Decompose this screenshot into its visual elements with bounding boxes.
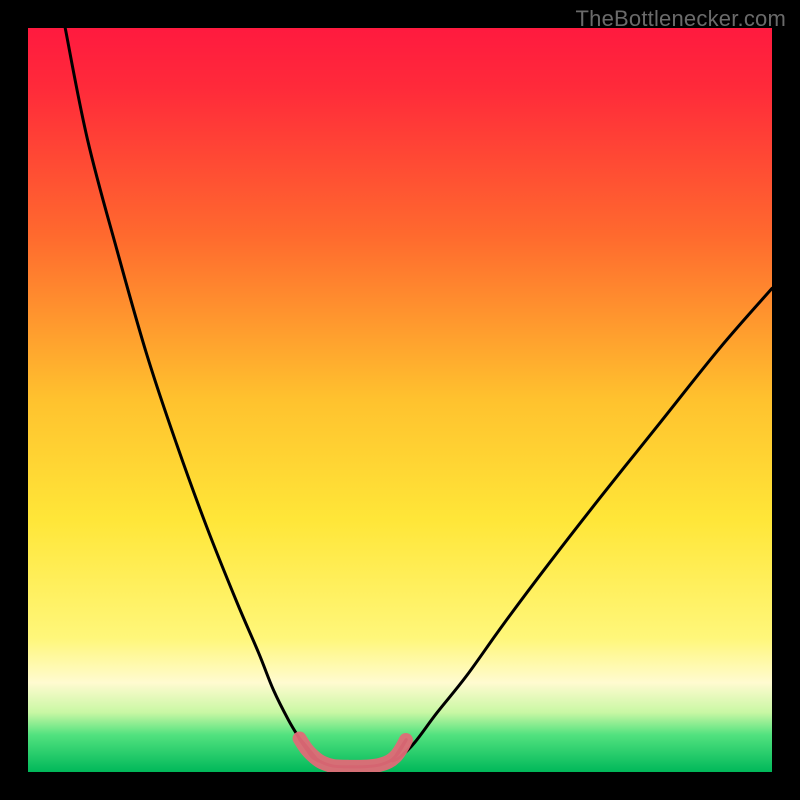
chart-area bbox=[28, 28, 772, 772]
watermark-label: TheBottlenecker.com bbox=[576, 6, 786, 32]
outer-frame: TheBottlenecker.com bbox=[0, 0, 800, 800]
gradient-background bbox=[28, 28, 772, 772]
chart-svg bbox=[28, 28, 772, 772]
